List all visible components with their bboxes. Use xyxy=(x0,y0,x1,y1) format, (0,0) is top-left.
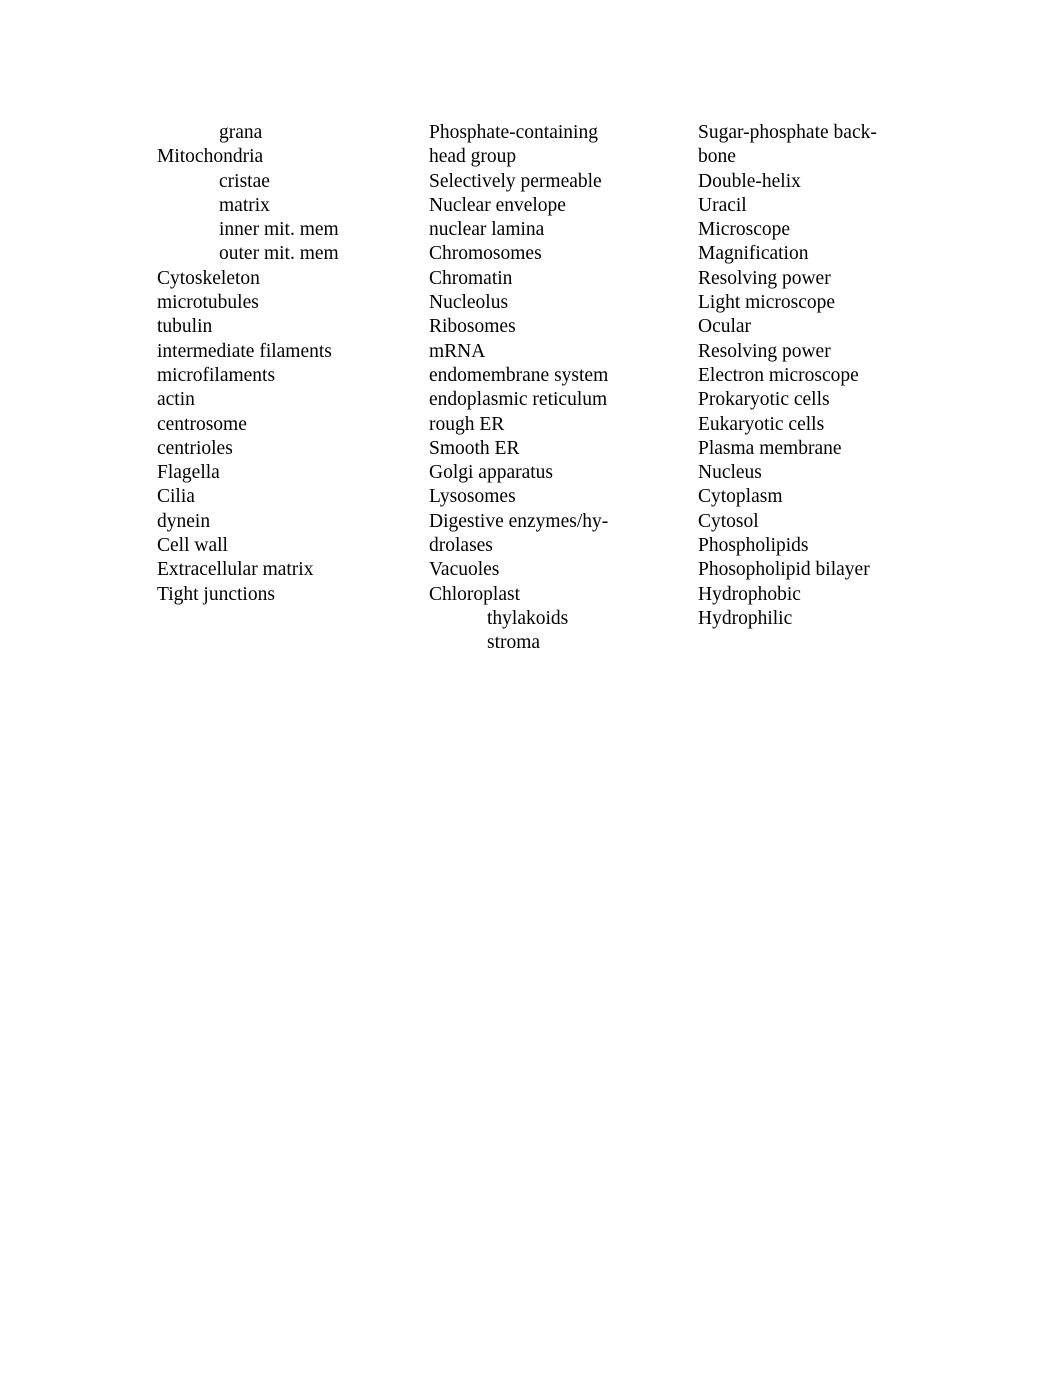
vocabulary-term: Mitochondria xyxy=(157,146,264,168)
vocabulary-term: cristae xyxy=(219,170,270,192)
vocabulary-term: microtubules xyxy=(157,292,259,314)
vocabulary-term: Phospholipids xyxy=(698,535,809,557)
vocabulary-term: microfilaments xyxy=(157,364,276,386)
vocabulary-term: Ribosomes xyxy=(429,316,516,338)
vocabulary-term: Nuclear envelope xyxy=(429,194,566,216)
vocabulary-term: Phosphate-containing head group xyxy=(429,121,669,170)
vocabulary-term: Cytoplasm xyxy=(698,486,783,508)
vocabulary-term: Lysosomes xyxy=(429,486,516,508)
vocabulary-term: centrioles xyxy=(157,437,233,459)
vocabulary-term: Eukaryotic cells xyxy=(698,413,825,435)
vocabulary-term: Light microscope xyxy=(698,292,836,314)
vocabulary-term: Resolving power xyxy=(698,267,831,289)
vocabulary-column-3: Sugar-phosphate back-bone Double-helix Ura… xyxy=(698,121,918,631)
vocabulary-term: Plasma membrane xyxy=(698,437,842,459)
vocabulary-term: Hydrophilic xyxy=(698,607,793,629)
vocabulary-term: endomembrane system xyxy=(429,364,609,386)
vocabulary-term: Magnification xyxy=(698,243,809,265)
vocabulary-term: intermediate filaments xyxy=(157,340,332,362)
vocabulary-term: Electron microscope xyxy=(698,364,859,386)
document-page: grana Mitochondria cristae matrix inner mit.… xyxy=(0,0,1062,1376)
vocabulary-term: actin xyxy=(157,389,195,411)
vocabulary-term: Cell wall xyxy=(157,535,228,557)
vocabulary-term: Chromatin xyxy=(429,267,513,289)
vocabulary-term: Prokaryotic cells xyxy=(698,389,830,411)
vocabulary-term: Cytosol xyxy=(698,510,759,532)
vocabulary-term: Selectively permeable xyxy=(429,170,602,192)
vocabulary-term: Chromosomes xyxy=(429,243,542,265)
vocabulary-term: stroma xyxy=(487,632,541,654)
vocabulary-term: Hydrophobic xyxy=(698,583,801,605)
vocabulary-term: grana xyxy=(219,122,263,143)
vocabulary-term: Golgi apparatus xyxy=(429,462,554,484)
vocabulary-term: endoplasmic reticulum xyxy=(429,389,608,411)
vocabulary-term-line: Sugar-phosphate back- xyxy=(698,122,877,143)
vocabulary-term: Cytoskeleton xyxy=(157,267,260,289)
vocabulary-term: Extracellular matrix xyxy=(157,559,314,581)
vocabulary-term: matrix xyxy=(219,194,270,216)
vocabulary-term: inner mit. mem xyxy=(219,219,339,241)
vocabulary-term: Flagella xyxy=(157,462,220,484)
vocabulary-term: Vacuoles xyxy=(429,559,500,581)
vocabulary-term-line: drolases xyxy=(429,535,493,557)
vocabulary-term: Digestive enzymes/hy-drolases xyxy=(429,510,669,559)
vocabulary-term: Nucleolus xyxy=(429,292,509,314)
vocabulary-term: Uracil xyxy=(698,194,747,216)
vocabulary-term-line: Phosphate-containing xyxy=(429,122,598,143)
vocabulary-term: Chloroplast xyxy=(429,583,520,605)
vocabulary-term: centrosome xyxy=(157,413,247,435)
vocabulary-column-1: grana Mitochondria cristae matrix inner mit.… xyxy=(157,121,407,607)
vocabulary-term: Ocular xyxy=(698,316,752,338)
vocabulary-term: Phosopholipid bilayer xyxy=(698,559,870,581)
vocabulary-term: Sugar-phosphate back-bone xyxy=(698,121,918,170)
vocabulary-term: Nucleus xyxy=(698,462,762,484)
vocabulary-term: nuclear lamina xyxy=(429,219,545,241)
vocabulary-term-line: bone xyxy=(698,146,736,168)
vocabulary-term: Tight junctions xyxy=(157,583,275,605)
vocabulary-term: thylakoids xyxy=(487,607,569,629)
vocabulary-term: mRNA xyxy=(429,340,486,362)
vocabulary-term: Resolving power xyxy=(698,340,831,362)
vocabulary-term: Cilia xyxy=(157,486,195,508)
vocabulary-term: Microscope xyxy=(698,219,791,241)
vocabulary-term: dynein xyxy=(157,510,211,532)
vocabulary-term-line: head group xyxy=(429,146,517,168)
vocabulary-term: tubulin xyxy=(157,316,213,338)
vocabulary-term: Smooth ER xyxy=(429,437,520,459)
vocabulary-term-line: Digestive enzymes/hy- xyxy=(429,510,609,532)
vocabulary-column-2: Phosphate-containing head group Selectivel… xyxy=(429,121,669,656)
vocabulary-term: outer mit. mem xyxy=(219,243,339,265)
vocabulary-term: rough ER xyxy=(429,413,505,435)
vocabulary-term: Double-helix xyxy=(698,170,801,192)
